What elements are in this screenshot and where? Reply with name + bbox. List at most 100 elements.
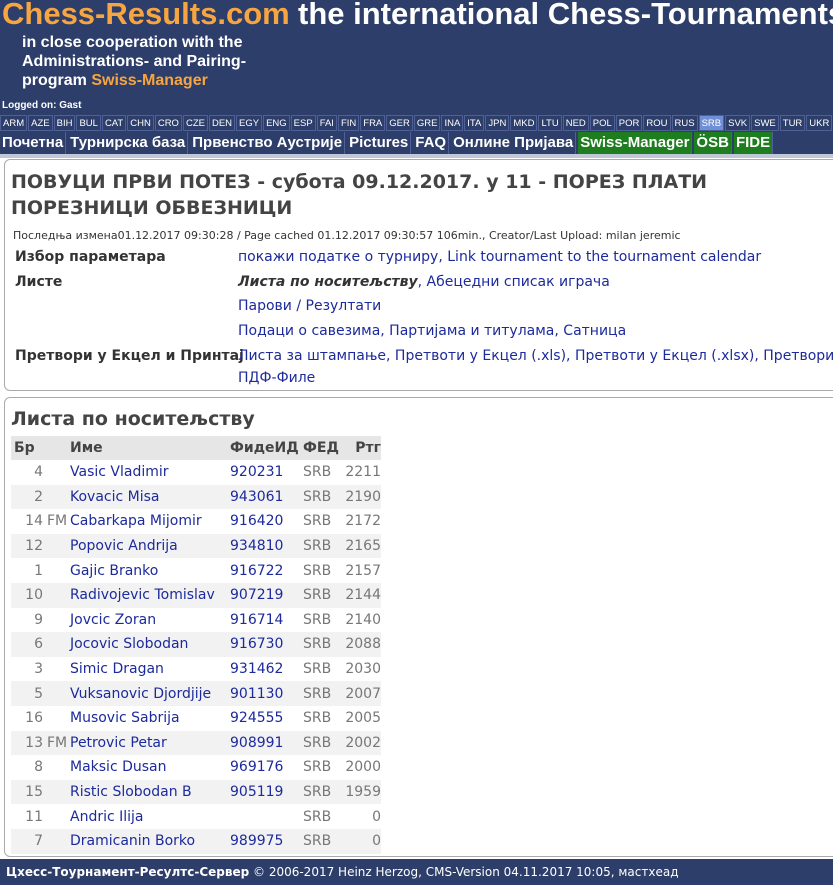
player-nr: 5 xyxy=(11,681,47,706)
export-xls-link[interactable]: Претвоти у Екцел (.xls) xyxy=(395,348,566,364)
pairings-results-link[interactable]: Парови / Резултати xyxy=(238,298,381,314)
country-link-por[interactable]: POR xyxy=(615,115,643,131)
country-link-swe[interactable]: SWE xyxy=(751,115,779,131)
player-fideid-link[interactable] xyxy=(230,804,303,829)
table-row: 11 Andric Ilija SRB 0 xyxy=(11,804,381,829)
player-fideid-link[interactable]: 943061 xyxy=(230,484,303,510)
player-fideid-link[interactable]: 989975 xyxy=(230,828,303,854)
player-fideid-link[interactable]: 931462 xyxy=(230,657,303,682)
country-link-gre[interactable]: GRE xyxy=(413,115,441,131)
export-pdf-link-part1[interactable]: Претвори у xyxy=(763,348,833,364)
player-name-link[interactable]: Jocovic Slobodan xyxy=(70,632,230,657)
country-link-bih[interactable]: BIH xyxy=(53,115,76,131)
menu-item-2[interactable]: Првенство Аустрије xyxy=(190,132,346,154)
player-fideid-link[interactable]: 916420 xyxy=(230,509,303,534)
country-link-chn[interactable]: CHN xyxy=(127,115,154,131)
starting-rank-table: Бр Име ФидеИД ФЕД Ртг 4 Vasic Vladimir 920… xyxy=(11,436,381,854)
country-link-pol[interactable]: POL xyxy=(589,115,615,131)
link-tournament-calendar-link[interactable]: Link tournament to the tournament calend… xyxy=(447,249,761,265)
player-name-link[interactable]: Simic Dragan xyxy=(70,657,230,682)
country-link-fra[interactable]: FRA xyxy=(360,115,386,131)
player-fideid-link[interactable]: 908991 xyxy=(230,730,303,756)
player-name-link[interactable]: Vasic Vladimir xyxy=(70,460,230,485)
country-link-cze[interactable]: CZE xyxy=(182,115,208,131)
country-link-cat[interactable]: CAT xyxy=(101,115,127,131)
player-fideid-link[interactable]: 916730 xyxy=(230,632,303,657)
player-name-link[interactable]: Vuksanovic Djordjije xyxy=(70,681,230,706)
menu-item-6[interactable]: Swiss-Manager xyxy=(578,132,693,154)
menu-item-7[interactable]: ÖSB xyxy=(694,132,732,154)
federations-games-titles-link[interactable]: Подаци о савезима, Партијама и титулама xyxy=(238,323,554,339)
country-link-rus[interactable]: RUS xyxy=(671,115,698,131)
table-header-row: Бр Име ФидеИД ФЕД Ртг xyxy=(11,436,381,460)
country-link-egy[interactable]: EGY xyxy=(236,115,263,131)
player-rating: 2007 xyxy=(343,681,381,706)
menu-item-1[interactable]: Турнирска база xyxy=(68,132,189,154)
country-link-den[interactable]: DEN xyxy=(208,115,236,131)
country-link-eng[interactable]: ENG xyxy=(263,115,290,131)
player-fideid-link[interactable]: 916722 xyxy=(230,558,303,583)
player-name-link[interactable]: Petrovic Petar xyxy=(70,730,230,756)
player-title: FM xyxy=(47,513,68,530)
country-link-mkd[interactable]: MKD xyxy=(510,115,538,131)
player-name-link[interactable]: Jovcic Zoran xyxy=(70,608,230,633)
site-logo[interactable]: Chess-Results.com xyxy=(2,0,290,32)
player-name-link[interactable]: Radivojevic Tomislav xyxy=(70,582,230,608)
print-list-link[interactable]: Листа за штампање xyxy=(238,348,386,364)
player-nr: 9 xyxy=(34,611,43,628)
menu-item-4[interactable]: FAQ xyxy=(413,132,450,154)
player-name-link[interactable]: Musovic Sabrija xyxy=(70,706,230,731)
player-name-link[interactable]: Kovacic Misa xyxy=(70,484,230,510)
player-name-link[interactable]: Cabarkapa Mijomir xyxy=(70,509,230,534)
player-name-link[interactable]: Popovic Andrija xyxy=(70,533,230,559)
country-link-bul[interactable]: BUL xyxy=(76,115,101,131)
player-name-link[interactable]: Maksic Dusan xyxy=(70,755,230,780)
player-fideid-link[interactable]: 920231 xyxy=(230,460,303,485)
country-link-fai[interactable]: FAI xyxy=(316,115,337,131)
country-link-aze[interactable]: AZE xyxy=(28,115,53,131)
export-pdf-link-part2[interactable]: ПДФ-Филе xyxy=(238,370,315,386)
country-link-cro[interactable]: CRO xyxy=(154,115,182,131)
country-link-ita[interactable]: ITA xyxy=(464,115,485,131)
country-link-arm[interactable]: ARM xyxy=(0,115,28,131)
player-fideid-link[interactable]: 905119 xyxy=(230,779,303,805)
country-link-jpn[interactable]: JPN xyxy=(485,115,510,131)
player-fed: SRB xyxy=(303,710,332,727)
country-link-srb[interactable]: SRB xyxy=(698,115,725,131)
schedule-link[interactable]: Сатница xyxy=(563,323,626,339)
player-fideid-link[interactable]: 907219 xyxy=(230,582,303,608)
menu-item-3[interactable]: Pictures xyxy=(347,132,412,154)
alphabetical-list-link[interactable]: Абецедни списак играча xyxy=(427,274,610,290)
player-fideid-link[interactable]: 901130 xyxy=(230,681,303,706)
player-name-link[interactable]: Andric Ilija xyxy=(70,804,230,829)
show-tournament-info-link[interactable]: покажи податке о турниру xyxy=(238,249,438,265)
country-link-fin[interactable]: FIN xyxy=(337,115,360,131)
player-name-link[interactable]: Dramicanin Borko xyxy=(70,828,230,854)
table-row: 4 Vasic Vladimir 920231 SRB 2211 xyxy=(11,460,381,485)
player-fideid-link[interactable]: 934810 xyxy=(230,533,303,559)
player-nr: 6 xyxy=(11,632,47,657)
country-link-ltu[interactable]: LTU xyxy=(538,115,562,131)
player-rating: 2030 xyxy=(345,661,381,678)
player-fideid-link[interactable]: 916714 xyxy=(230,608,303,633)
menu-item-0[interactable]: Почетна xyxy=(0,132,67,154)
country-link-ned[interactable]: NED xyxy=(562,115,589,131)
menu-item-5[interactable]: Онлине Пријава xyxy=(451,132,577,154)
player-fed: SRB xyxy=(303,828,343,854)
country-link-tur[interactable]: TUR xyxy=(779,115,806,131)
player-fideid-link[interactable]: 924555 xyxy=(230,706,303,731)
country-link-rou[interactable]: ROU xyxy=(643,115,671,131)
export-xlsx-link[interactable]: Претвоти у Екцел (.xlsx) xyxy=(575,348,754,364)
player-nr: 8 xyxy=(34,759,43,776)
country-link-ina[interactable]: INA xyxy=(441,115,464,131)
country-link-esp[interactable]: ESP xyxy=(290,115,316,131)
player-name-link[interactable]: Gajic Branko xyxy=(70,558,230,583)
player-fideid-link[interactable]: 969176 xyxy=(230,755,303,780)
site-tagline: the international Chess-Tournaments- xyxy=(298,0,833,31)
player-name-link[interactable]: Ristic Slobodan B xyxy=(70,779,230,805)
country-link-ukr[interactable]: UKR xyxy=(806,115,833,131)
country-link-ger[interactable]: GER xyxy=(386,115,413,131)
menu-item-8[interactable]: FIDE xyxy=(733,132,774,154)
country-link-svk[interactable]: SVK xyxy=(725,115,751,131)
swiss-manager-link[interactable]: Swiss-Manager xyxy=(91,72,207,89)
